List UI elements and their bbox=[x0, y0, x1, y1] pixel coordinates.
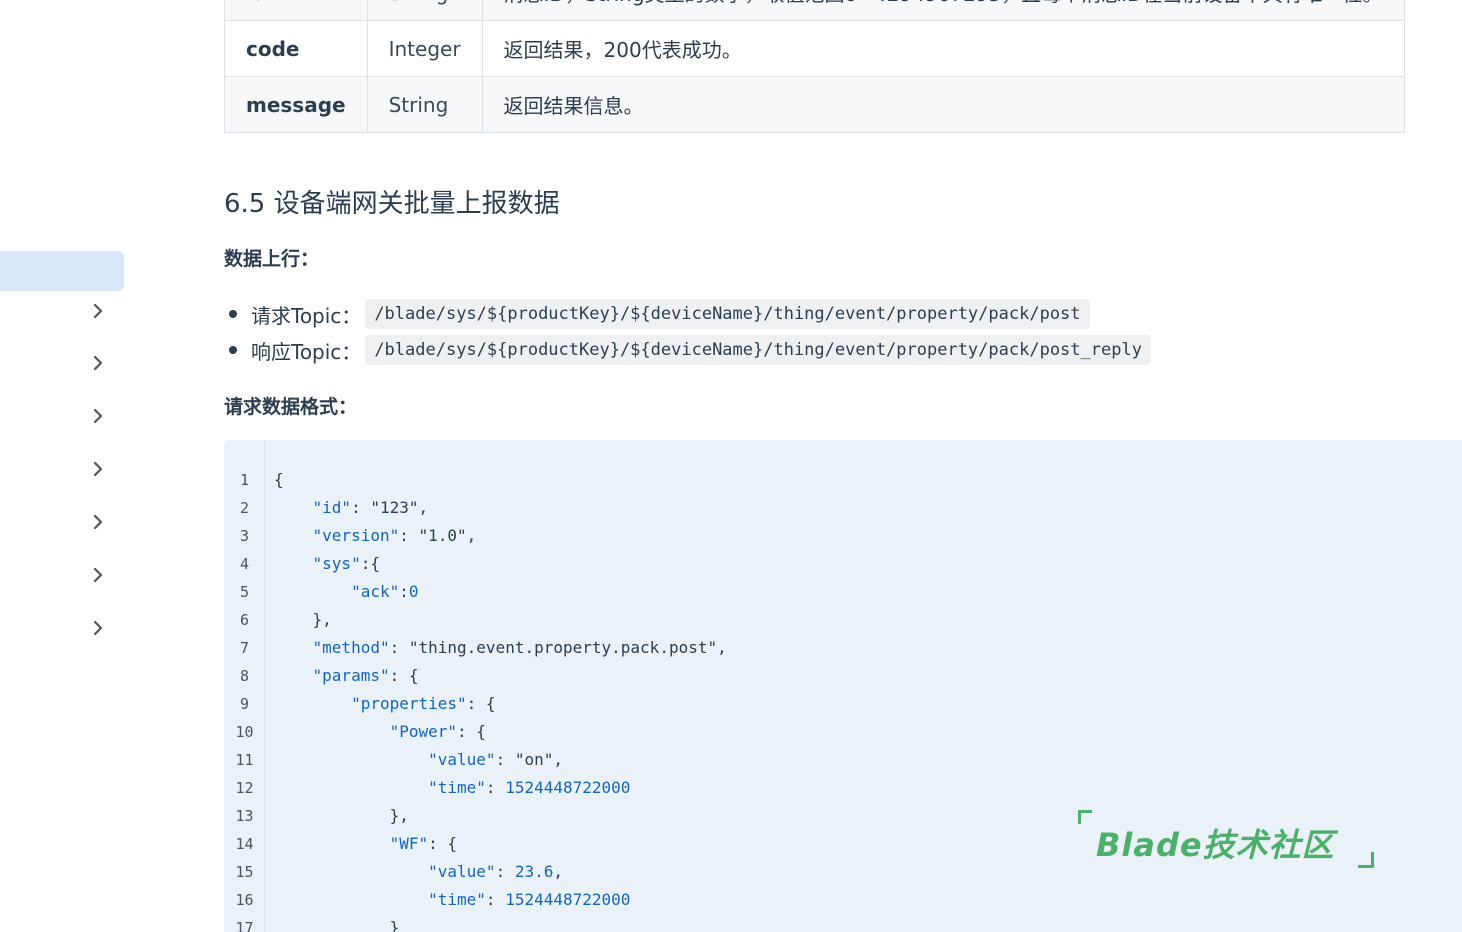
line-number: 5 bbox=[239, 583, 250, 601]
line-number: 2 bbox=[239, 499, 250, 517]
line-number: 11 bbox=[235, 751, 254, 769]
chevron-right-icon[interactable] bbox=[86, 351, 110, 375]
watermark-logo: Blade技术社区 bbox=[1078, 808, 1378, 874]
list-item: 请求Topic： /blade/sys/${productKey}/${devi… bbox=[224, 296, 1151, 332]
line-number: 8 bbox=[239, 667, 250, 685]
line-number: 1 bbox=[239, 471, 250, 489]
chevron-right-icon[interactable] bbox=[86, 404, 110, 428]
code-line: 17 } bbox=[224, 914, 1462, 932]
bullet-icon bbox=[229, 346, 237, 354]
request-topic-label: 请求Topic： bbox=[251, 303, 362, 328]
chevron-right-icon[interactable] bbox=[86, 457, 110, 481]
chevron-right-icon[interactable] bbox=[86, 299, 110, 323]
line-number: 16 bbox=[235, 891, 254, 909]
field-type: String bbox=[366, 76, 483, 133]
line-number: 14 bbox=[235, 835, 254, 853]
bracket-icon bbox=[1078, 810, 1092, 824]
line-number: 3 bbox=[239, 527, 250, 545]
code-line: 11 "value": "on", bbox=[224, 746, 1462, 774]
field-description: 返回结果信息。 bbox=[481, 76, 1405, 133]
field-description: 返回结果，200代表成功。 bbox=[481, 20, 1405, 77]
field-name: message bbox=[224, 76, 368, 133]
code-line: 8 "params": { bbox=[224, 662, 1462, 690]
line-number: 9 bbox=[239, 695, 250, 713]
list-item: 响应Topic： /blade/sys/${productKey}/${devi… bbox=[224, 332, 1151, 368]
field-type: String bbox=[366, 0, 483, 21]
code-line: 3 "version": "1.0", bbox=[224, 522, 1462, 550]
sidebar-active-item[interactable] bbox=[0, 251, 124, 291]
response-topic-label: 响应Topic： bbox=[251, 339, 362, 364]
code-line: 7 "method": "thing.event.property.pack.p… bbox=[224, 634, 1462, 662]
code-line: 5 "ack":0 bbox=[224, 578, 1462, 606]
line-number: 4 bbox=[239, 555, 250, 573]
topic-list: 请求Topic： /blade/sys/${productKey}/${devi… bbox=[224, 296, 1151, 368]
code-line: 1{ bbox=[224, 466, 1462, 494]
chevron-right-icon[interactable] bbox=[86, 510, 110, 534]
field-name: code bbox=[224, 20, 368, 77]
bracket-icon bbox=[1358, 852, 1374, 868]
line-number: 15 bbox=[235, 863, 254, 881]
response-topic-code: /blade/sys/${productKey}/${deviceName}/t… bbox=[365, 335, 1151, 365]
request-topic-code: /blade/sys/${productKey}/${deviceName}/t… bbox=[365, 299, 1090, 329]
field-type: Integer bbox=[366, 20, 483, 77]
code-line: 9 "properties": { bbox=[224, 690, 1462, 718]
field-description: 消息ID，String类型的数字，取值范围0~4294967295，且每个消息I… bbox=[481, 0, 1405, 21]
code-line: 4 "sys":{ bbox=[224, 550, 1462, 578]
chevron-right-icon[interactable] bbox=[86, 616, 110, 640]
section-heading: 6.5 设备端网关批量上报数据 bbox=[224, 189, 560, 219]
bullet-icon bbox=[229, 310, 237, 318]
code-line: 10 "Power": { bbox=[224, 718, 1462, 746]
line-number: 13 bbox=[235, 807, 254, 825]
code-line: 12 "time": 1524448722000 bbox=[224, 774, 1462, 802]
line-number: 6 bbox=[239, 611, 250, 629]
code-line: 2 "id": "123", bbox=[224, 494, 1462, 522]
line-number: 17 bbox=[235, 919, 254, 932]
watermark-text: Blade技术社区 bbox=[1096, 826, 1335, 864]
field-name: id bbox=[224, 0, 368, 21]
line-number: 10 bbox=[235, 723, 254, 741]
line-number: 12 bbox=[235, 779, 254, 797]
response-fields-table: id String 消息ID，String类型的数字，取值范围0~4294967… bbox=[224, 0, 1405, 133]
request-format-label: 请求数据格式： bbox=[224, 396, 358, 418]
chevron-right-icon[interactable] bbox=[86, 563, 110, 587]
sidebar bbox=[0, 0, 130, 932]
table-row: code Integer 返回结果，200代表成功。 bbox=[224, 20, 1405, 77]
table-row: id String 消息ID，String类型的数字，取值范围0~4294967… bbox=[224, 0, 1405, 21]
table-row: message String 返回结果信息。 bbox=[224, 76, 1405, 133]
line-number: 7 bbox=[239, 639, 250, 657]
code-line: 6 }, bbox=[224, 606, 1462, 634]
uplink-label: 数据上行： bbox=[224, 248, 320, 270]
code-line: 16 "time": 1524448722000 bbox=[224, 886, 1462, 914]
